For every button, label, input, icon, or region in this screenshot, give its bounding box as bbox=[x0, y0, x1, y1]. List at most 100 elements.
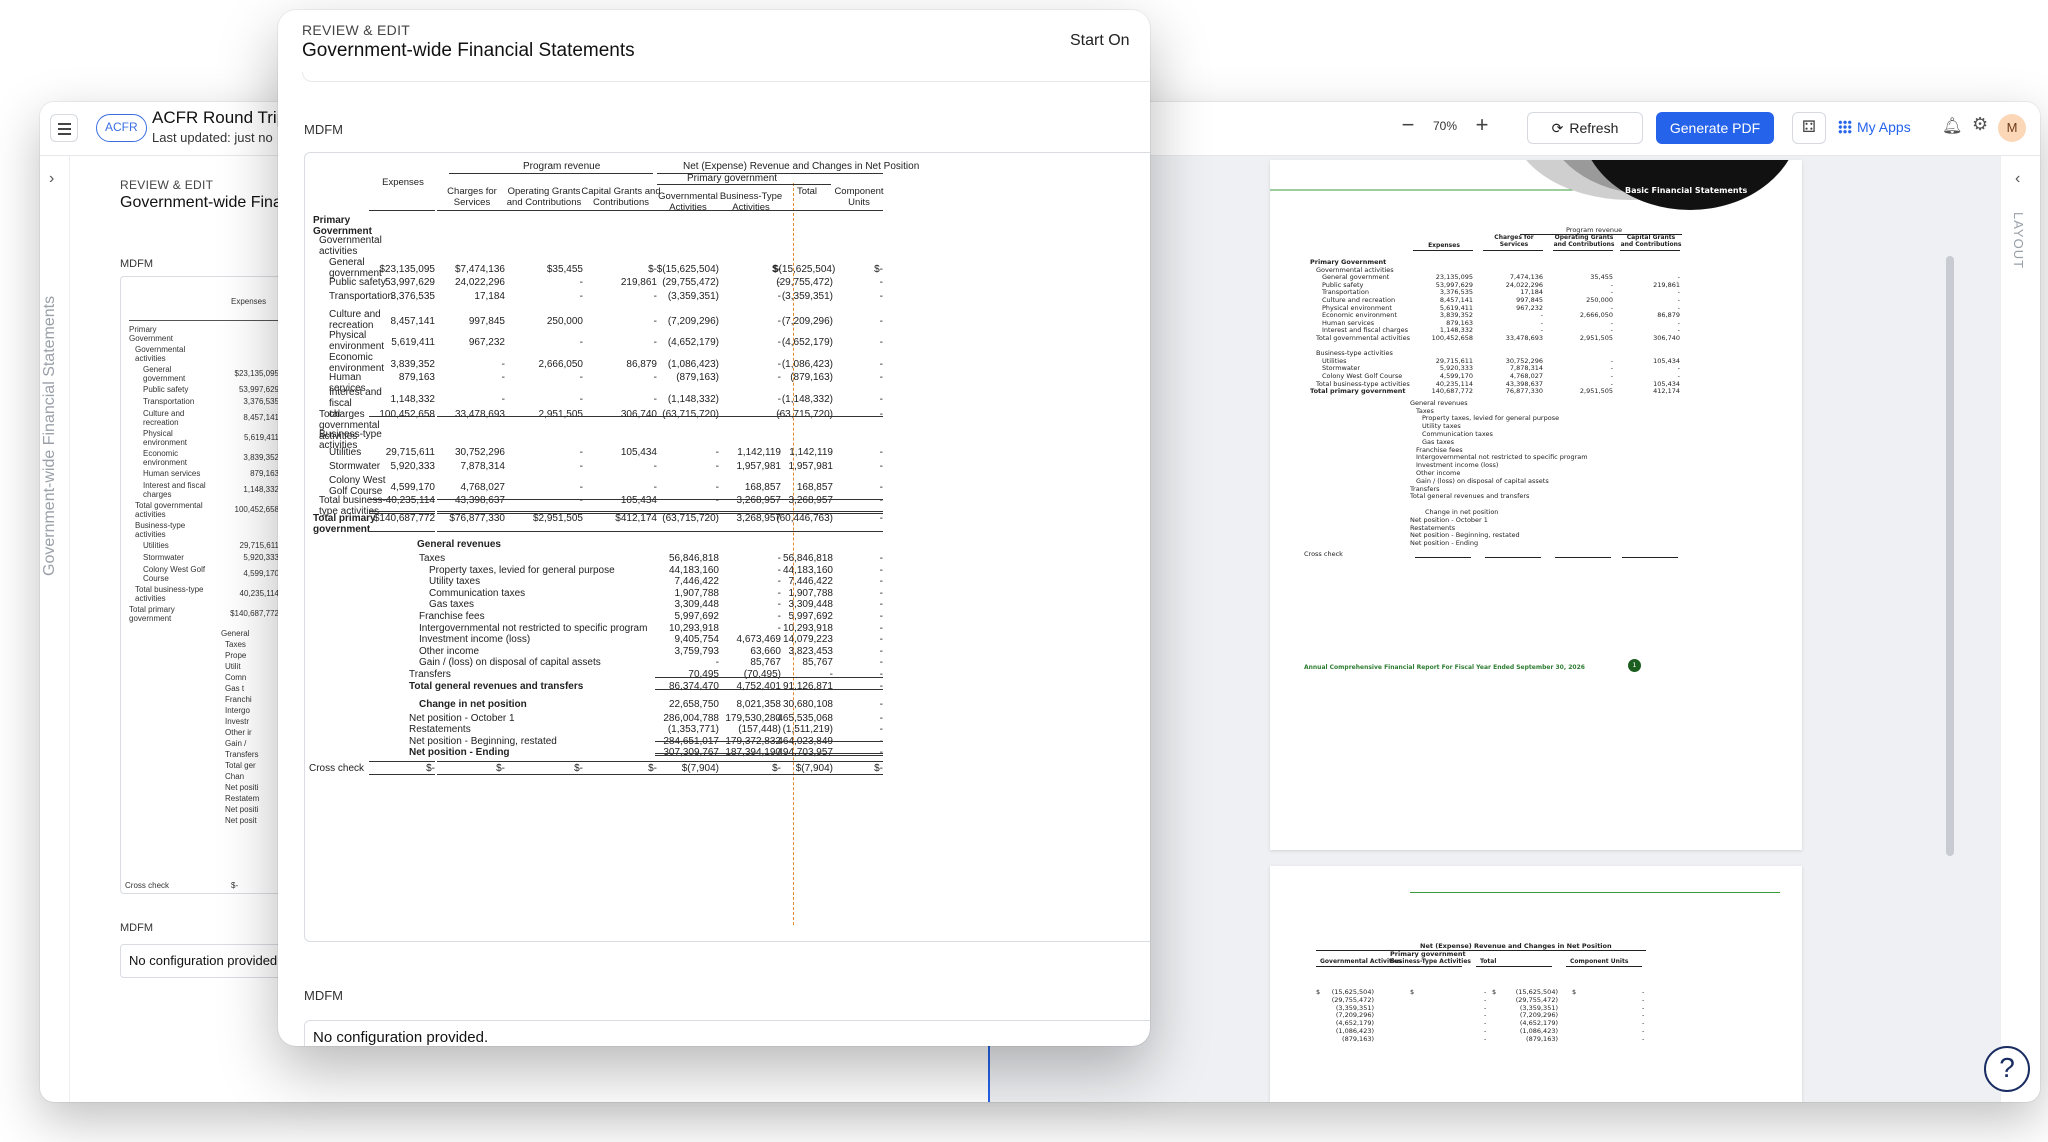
cross-check-rule bbox=[833, 761, 883, 762]
general-cell-value: (70,495) bbox=[743, 669, 781, 680]
chevron-right-icon[interactable]: › bbox=[49, 170, 54, 188]
total-bt-rule bbox=[655, 499, 719, 500]
cell-value: (1,086,423) bbox=[781, 359, 833, 370]
cross-check-value: $- bbox=[648, 763, 657, 774]
layout-rail-label[interactable]: LAYOUT bbox=[2011, 212, 2026, 269]
cell-value: - bbox=[777, 316, 781, 327]
cell-value: (7,209,296) bbox=[781, 316, 833, 327]
cell-value: 17,184 bbox=[474, 291, 505, 302]
cross-check-label: Cross check bbox=[309, 763, 365, 774]
general-cell-value: 14,079,223 bbox=[782, 634, 833, 646]
total-gov-rule bbox=[503, 416, 583, 417]
bg-general-label: Net positi bbox=[225, 783, 259, 792]
cross-check-value: $(7,904) bbox=[681, 763, 719, 774]
general-cell-value: 1,907,788 bbox=[788, 587, 834, 599]
general-cell-value: 465,535,068 bbox=[777, 712, 833, 724]
bg-row-value: 53,997,629 bbox=[238, 385, 279, 394]
general-row-label: Taxes bbox=[419, 553, 446, 564]
hamburger-menu-icon[interactable] bbox=[50, 114, 78, 142]
total-primary-rule bbox=[503, 511, 583, 514]
column-header: Expenses bbox=[382, 177, 424, 188]
general-cell-value: 9,405,754 bbox=[674, 634, 720, 646]
bg-general-label: Intergo bbox=[225, 706, 250, 715]
cell-value: (63,715,720) bbox=[662, 513, 719, 524]
background-mdfm-label: MDFM bbox=[120, 258, 153, 270]
p2-dash: - bbox=[1484, 1027, 1487, 1035]
cell-value: 24,022,296 bbox=[454, 277, 505, 288]
p1-header-rule bbox=[1483, 250, 1543, 251]
p2-dash: - bbox=[1484, 988, 1487, 996]
cell-value: 306,740 bbox=[620, 409, 657, 420]
general-row-label: Communication taxes bbox=[429, 587, 526, 599]
general-cell-value: 85,767 bbox=[802, 657, 833, 669]
p2-header: Business-Type Activities bbox=[1390, 958, 1471, 965]
p1-cell: 140,687,772 bbox=[1431, 387, 1473, 396]
zoom-out-button[interactable]: − bbox=[1396, 114, 1420, 138]
cell-value: $2,951,505 bbox=[532, 513, 583, 524]
bg-row-value: 3,839,352 bbox=[243, 453, 279, 462]
cell-value: 168,857 bbox=[796, 482, 833, 493]
general-cell-value: (1,511,219) bbox=[782, 724, 833, 736]
bell-icon[interactable]: 🔔︎ bbox=[1942, 116, 1962, 136]
widgets-button[interactable]: ⚃ bbox=[1792, 112, 1826, 144]
cell-value: - bbox=[653, 461, 657, 472]
cell-value: (1,086,423) bbox=[667, 359, 719, 370]
generate-pdf-button[interactable]: Generate PDF bbox=[1656, 112, 1774, 144]
general-cell-value: 22,658,750 bbox=[668, 698, 719, 710]
p2-cell-total: (1,086,423) bbox=[1519, 1027, 1558, 1035]
chevron-left-icon[interactable]: ‹ bbox=[2015, 170, 2020, 188]
p2-dash: - bbox=[1484, 995, 1487, 1004]
general-cell-value: 3,759,793 bbox=[674, 645, 720, 657]
zoom-in-button[interactable]: + bbox=[1470, 114, 1494, 138]
right-rail: ‹ LAYOUT bbox=[2000, 156, 2040, 1102]
cross-check-value: $- bbox=[874, 763, 883, 774]
zoom-level: 70% bbox=[1433, 119, 1458, 133]
cell-value: - bbox=[777, 394, 781, 405]
cell-value: - bbox=[777, 291, 781, 302]
help-icon[interactable]: ? bbox=[1984, 1046, 2030, 1092]
cross-check-value: $- bbox=[426, 763, 435, 774]
group-net-position: Net (Expense) Revenue and Changes in Net… bbox=[683, 161, 920, 172]
general-row-label: Property taxes, levied for general purpo… bbox=[429, 564, 615, 576]
cell-value: - bbox=[715, 461, 719, 472]
refresh-button[interactable]: ⟳ Refresh bbox=[1527, 112, 1643, 144]
general-row-label: Change in net position bbox=[419, 698, 527, 710]
general-cell-value: - bbox=[879, 634, 883, 646]
p1-header: Operating Grants and Contributions bbox=[1553, 234, 1615, 248]
bg-row-label: Culture and recreation bbox=[143, 409, 185, 427]
p2-cell: (29,755,472) bbox=[1331, 995, 1374, 1004]
p2-group-net: Net (Expense) Revenue and Changes in Net… bbox=[1420, 942, 1612, 950]
avatar[interactable]: M bbox=[1998, 114, 2026, 142]
total-primary-bottom-rule bbox=[779, 531, 833, 532]
p1-general-label: Intergovernmental not restricted to spec… bbox=[1416, 453, 1588, 462]
p2-cell: (1,086,423) bbox=[1335, 1027, 1374, 1035]
total-primary-bottom-rule bbox=[583, 531, 657, 532]
background-kicker: REVIEW & EDIT bbox=[120, 178, 214, 192]
cell-value: $140,687,772 bbox=[373, 513, 435, 524]
statement-of-activities-table[interactable]: Program revenue Net (Expense) Revenue and… bbox=[304, 152, 1150, 942]
bg-row-label: Transportation bbox=[143, 397, 195, 406]
p1-general-label: Transfers bbox=[1410, 484, 1440, 493]
bg-general-label: Comn bbox=[225, 673, 247, 682]
cell-value: - bbox=[579, 482, 583, 493]
cell-value: 105,434 bbox=[620, 447, 657, 458]
general-row-label: Total general revenues and transfers bbox=[409, 680, 584, 692]
my-apps-link[interactable]: My Apps bbox=[1838, 119, 1911, 135]
cell-value: - bbox=[579, 277, 583, 288]
total-primary-rule bbox=[719, 511, 781, 514]
total-primary-bottom-rule bbox=[369, 531, 435, 532]
general-cell-value: 5,997,692 bbox=[674, 611, 720, 622]
total-primary-rule bbox=[833, 511, 883, 514]
preview-scrollbar[interactable] bbox=[1946, 256, 1954, 856]
column-header-rule bbox=[833, 210, 883, 211]
cell-value: (63,715,720) bbox=[662, 409, 719, 420]
row-label: Primary Government bbox=[313, 215, 372, 237]
total-gov-rule bbox=[369, 416, 435, 417]
gear-icon[interactable]: ⚙ bbox=[1972, 114, 1988, 135]
page-banner-title: Basic Financial Statements bbox=[1625, 186, 1748, 195]
p1-general-label: Other income bbox=[1416, 469, 1461, 477]
general-cell-value: - bbox=[879, 553, 883, 564]
cell-value: (7,209,296) bbox=[667, 316, 719, 327]
cell-value: 30,752,296 bbox=[454, 447, 505, 458]
p1-header-rule bbox=[1620, 250, 1680, 251]
